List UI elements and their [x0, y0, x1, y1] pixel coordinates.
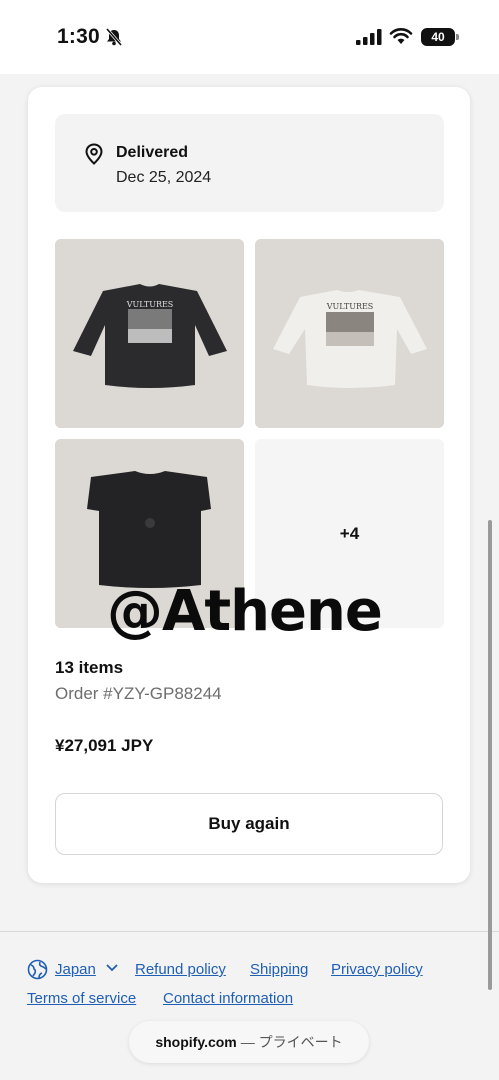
wifi-icon	[389, 28, 413, 44]
product-thumbnail-black-longsleeve[interactable]: VULTURES	[55, 239, 244, 428]
region-selector[interactable]: Japan	[55, 961, 96, 978]
black-longsleeve-image: VULTURES	[55, 239, 244, 428]
chevron-down-icon[interactable]	[106, 964, 118, 972]
location-pin-icon	[85, 143, 103, 165]
contact-information-link[interactable]: Contact information	[163, 990, 293, 1007]
more-items-count: +4	[339, 523, 360, 543]
shipping-link[interactable]: Shipping	[250, 961, 308, 978]
terms-of-service-link[interactable]: Terms of service	[27, 990, 136, 1007]
delivery-status: Delivered	[116, 144, 189, 161]
globe-icon	[27, 959, 48, 980]
domain-host: shopify.com	[155, 1034, 237, 1050]
product-thumbnail-white-longsleeve[interactable]: VULTURES	[255, 239, 444, 428]
refund-policy-link[interactable]: Refund policy	[135, 961, 226, 978]
status-time: 1:30	[57, 25, 100, 48]
scrollbar[interactable]	[488, 520, 492, 990]
order-total: ¥27,091 JPY	[55, 736, 154, 755]
buy-again-button[interactable]: Buy again	[55, 793, 443, 855]
watermark-overlay: @Athene	[107, 579, 383, 644]
status-bar: 1:30 40	[0, 0, 499, 74]
browser-address-bar[interactable]: shopify.com — プライベート	[129, 1021, 369, 1063]
privacy-policy-link[interactable]: Privacy policy	[331, 961, 423, 978]
delivery-date: Dec 25, 2024	[116, 169, 212, 186]
print-text: VULTURES	[126, 300, 174, 309]
order-card: Delivered Dec 25, 2024 VULTURES VULTURES	[28, 87, 470, 883]
order-number: Order #YZY-GP88244	[55, 684, 222, 703]
footer-divider	[0, 931, 499, 932]
delivery-status-box: Delivered Dec 25, 2024	[55, 114, 444, 212]
domain-suffix: — プライベート	[240, 1034, 343, 1050]
white-longsleeve-image: VULTURES	[255, 239, 444, 428]
bell-muted-icon	[105, 28, 123, 46]
item-count: 13 items	[55, 658, 124, 677]
print-text: VULTURES	[326, 302, 374, 311]
signal-icon	[356, 29, 382, 45]
battery-icon: 40	[421, 28, 459, 46]
